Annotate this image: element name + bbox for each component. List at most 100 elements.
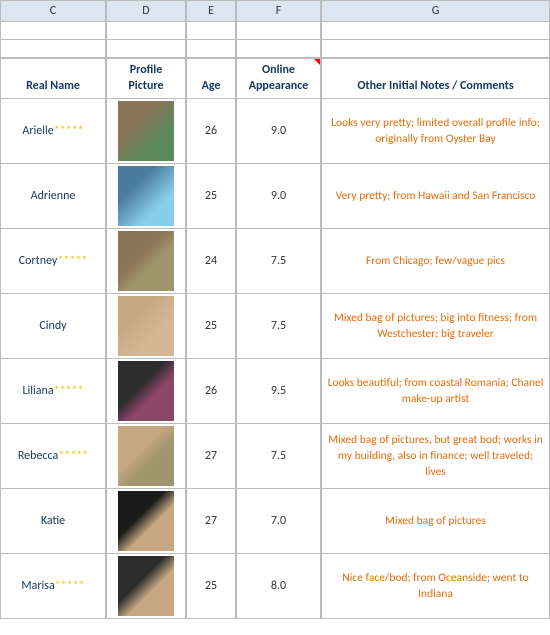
star-rating: ***** <box>58 449 88 463</box>
notes-text: Nice face/bod; from Oceanside; went to I… <box>327 570 544 602</box>
photo-cell <box>106 489 186 553</box>
age-cell: 27 <box>186 424 236 488</box>
photo-cell <box>106 359 186 423</box>
empty-row-2 <box>0 40 550 58</box>
notes-cell: Mixed bag of pictures <box>321 489 550 553</box>
data-rows-container: Arielle ***** 26 9.0 Looks very pretty; … <box>0 99 550 619</box>
empty-cell <box>186 22 236 40</box>
table-row: Katie 27 7.0 Mixed bag of pictures <box>0 489 550 554</box>
empty-row-1 <box>0 22 550 40</box>
score-value: 7.5 <box>271 319 286 333</box>
person-name: Katie <box>41 514 65 528</box>
age-value: 25 <box>205 579 217 593</box>
person-name: Marisa <box>21 579 54 593</box>
profile-photo <box>118 361 174 421</box>
table-row: Adrienne 25 9.0 Very pretty; from Hawaii… <box>0 164 550 229</box>
col-header-f: F <box>236 0 321 21</box>
profile-photo <box>118 426 174 486</box>
table-row: Rebecca ***** 27 7.5 Mixed bag of pictur… <box>0 424 550 489</box>
empty-cell <box>0 22 106 40</box>
notes-cell: Looks beautiful; from coastal Romania; C… <box>321 359 550 423</box>
col-header-d: D <box>106 0 186 21</box>
table-row: Arielle ***** 26 9.0 Looks very pretty; … <box>0 99 550 164</box>
score-cell: 7.0 <box>236 489 321 553</box>
score-cell: 8.0 <box>236 554 321 618</box>
photo-cell <box>106 294 186 358</box>
star-rating: ***** <box>55 579 85 593</box>
name-cell: Rebecca ***** <box>0 424 106 488</box>
score-value: 7.5 <box>271 254 286 268</box>
column-headers-row: C D E F G <box>0 0 550 22</box>
age-value: 26 <box>205 124 217 138</box>
score-value: 9.5 <box>271 384 286 398</box>
field-headers-row: Real Name Profile Picture Age Online App… <box>0 58 550 99</box>
score-value: 8.0 <box>271 579 286 593</box>
star-rating: ***** <box>57 254 87 268</box>
field-header-age: Age <box>186 58 236 99</box>
profile-photo <box>118 556 174 616</box>
empty-cell <box>236 40 321 58</box>
age-cell: 25 <box>186 554 236 618</box>
notes-text: Looks beautiful; from coastal Romania; C… <box>327 375 544 407</box>
age-value: 25 <box>205 189 217 203</box>
photo-cell <box>106 164 186 228</box>
field-header-notes: Other Initial Notes / Comments <box>321 58 550 99</box>
score-value: 7.0 <box>271 514 286 528</box>
person-name: Liliana <box>23 384 54 398</box>
notes-cell: Nice face/bod; from Oceanside; went to I… <box>321 554 550 618</box>
profile-photo <box>118 231 174 291</box>
photo-cell <box>106 99 186 163</box>
age-value: 24 <box>205 254 217 268</box>
profile-photo <box>118 101 174 161</box>
notes-cell: From Chicago; few/vague pics <box>321 229 550 293</box>
empty-cell <box>186 40 236 58</box>
score-value: 9.0 <box>271 189 286 203</box>
age-cell: 27 <box>186 489 236 553</box>
age-value: 27 <box>205 449 217 463</box>
col-header-g: G <box>321 0 550 21</box>
name-cell: Adrienne <box>0 164 106 228</box>
table-row: Liliana ***** 26 9.5 Looks beautiful; fr… <box>0 359 550 424</box>
person-name: Rebecca <box>18 449 58 463</box>
field-header-profile-picture: Profile Picture <box>106 58 186 99</box>
empty-cell <box>0 40 106 58</box>
empty-cell <box>236 22 321 40</box>
name-cell: Cindy <box>0 294 106 358</box>
empty-cell <box>106 22 186 40</box>
notes-cell: Mixed bag of pictures; big into fitness;… <box>321 294 550 358</box>
score-cell: 9.5 <box>236 359 321 423</box>
score-cell: 9.0 <box>236 99 321 163</box>
notes-text: From Chicago; few/vague pics <box>366 253 505 269</box>
score-cell: 9.0 <box>236 164 321 228</box>
empty-cell <box>106 40 186 58</box>
score-cell: 7.5 <box>236 294 321 358</box>
field-header-real-name: Real Name <box>0 58 106 99</box>
score-value: 7.5 <box>271 449 286 463</box>
score-cell: 7.5 <box>236 229 321 293</box>
name-cell: Liliana ***** <box>0 359 106 423</box>
spreadsheet: C D E F G Real Name Profile Picture Age … <box>0 0 550 619</box>
notes-cell: Looks very pretty; limited overall profi… <box>321 99 550 163</box>
person-name: Cindy <box>39 319 66 333</box>
person-name: Adrienne <box>31 189 76 203</box>
notes-text: Very pretty; from Hawaii and San Francis… <box>336 188 536 204</box>
col-header-c: C <box>0 0 106 21</box>
age-cell: 26 <box>186 359 236 423</box>
age-cell: 24 <box>186 229 236 293</box>
field-header-online-appearance: Online Appearance <box>236 58 321 99</box>
notes-text: Mixed bag of pictures <box>385 513 486 529</box>
notes-text: Mixed bag of pictures; big into fitness;… <box>327 310 544 342</box>
person-name: Arielle <box>22 124 53 138</box>
score-value: 9.0 <box>271 124 286 138</box>
person-name: Cortney <box>19 254 58 268</box>
notes-cell: Mixed bag of pictures, but great bod; wo… <box>321 424 550 488</box>
table-row: Marisa ***** 25 8.0 Nice face/bod; from … <box>0 554 550 619</box>
table-row: Cortney ***** 24 7.5 From Chicago; few/v… <box>0 229 550 294</box>
profile-photo <box>118 296 174 356</box>
name-cell: Katie <box>0 489 106 553</box>
age-value: 26 <box>205 384 217 398</box>
notes-cell: Very pretty; from Hawaii and San Francis… <box>321 164 550 228</box>
age-cell: 25 <box>186 164 236 228</box>
profile-photo <box>118 491 174 551</box>
age-cell: 25 <box>186 294 236 358</box>
